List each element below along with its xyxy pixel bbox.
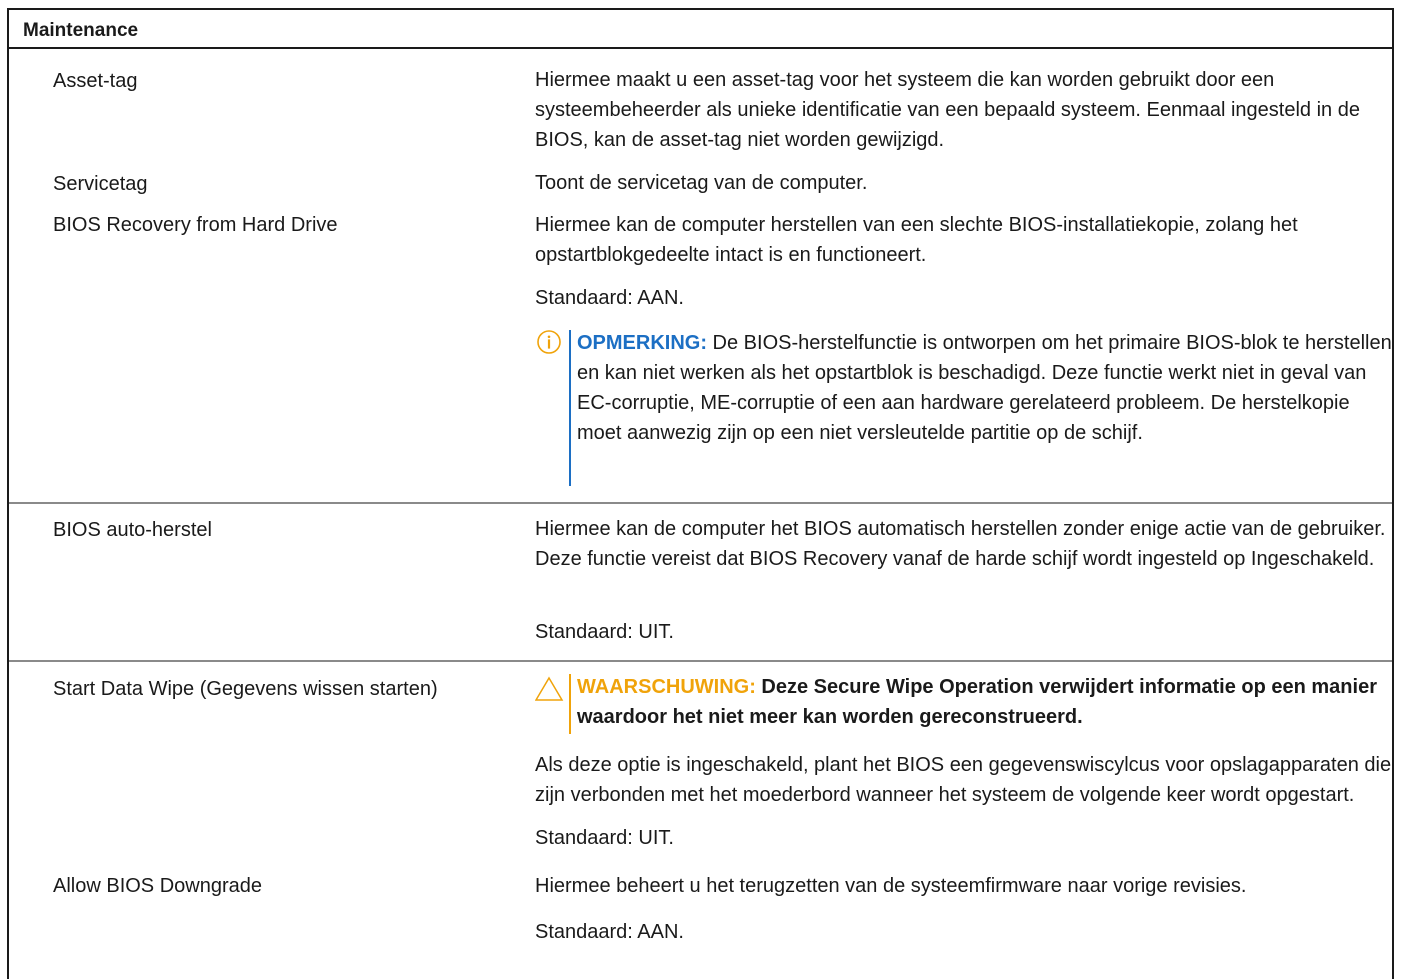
row-bios-auto-recovery-default: Standaard: UIT. xyxy=(535,621,674,643)
info-icon xyxy=(535,328,565,363)
row-data-wipe-name: Start Data Wipe (Gegevens wissen starten… xyxy=(53,678,438,700)
row-separator xyxy=(9,502,1392,504)
row-data-wipe-default: Standaard: UIT. xyxy=(535,827,674,849)
note-label: OPMERKING: xyxy=(577,332,707,354)
row-service-tag-name: Servicetag xyxy=(53,173,148,195)
row-service-tag-desc: Toont de servicetag van de computer. xyxy=(535,172,868,194)
note-accent-bar xyxy=(569,330,571,486)
warning-label: WAARSCHUWING: xyxy=(577,676,756,698)
table-header: Maintenance xyxy=(9,10,1392,49)
row-bios-downgrade-default: Standaard: AAN. xyxy=(535,921,684,943)
row-data-wipe-desc: Als deze optie is ingeschakeld, plant he… xyxy=(535,754,1392,806)
note-opmerking: OPMERKING: De BIOS-herstelfunctie is ont… xyxy=(535,328,1395,488)
row-bios-recovery-default: Standaard: AAN. xyxy=(535,287,684,309)
table-header-title: Maintenance xyxy=(23,20,139,41)
warning-note: WAARSCHUWING: Deze Secure Wipe Operation… xyxy=(534,672,1395,736)
maintenance-table: Maintenance Asset-tag Hiermee maakt u ee… xyxy=(7,8,1394,979)
note-text: OPMERKING: De BIOS-herstelfunctie is ont… xyxy=(577,328,1395,448)
warning-text: WAARSCHUWING: Deze Secure Wipe Operation… xyxy=(577,672,1395,732)
warning-accent-bar xyxy=(569,674,571,734)
row-bios-auto-recovery-name: BIOS auto-herstel xyxy=(53,519,212,541)
warning-triangle-icon xyxy=(534,676,565,709)
row-asset-tag-desc: Hiermee maakt u een asset-tag voor het s… xyxy=(535,69,1360,151)
row-bios-downgrade-desc: Hiermee beheert u het terugzetten van de… xyxy=(535,875,1247,897)
row-bios-auto-recovery-desc: Hiermee kan de computer het BIOS automat… xyxy=(535,518,1386,570)
row-separator xyxy=(9,660,1392,662)
row-bios-recovery-desc: Hiermee kan de computer herstellen van e… xyxy=(535,214,1298,266)
row-bios-recovery-name: BIOS Recovery from Hard Drive xyxy=(53,214,338,236)
row-asset-tag-name: Asset-tag xyxy=(53,70,138,92)
row-bios-downgrade-name: Allow BIOS Downgrade xyxy=(53,875,262,897)
